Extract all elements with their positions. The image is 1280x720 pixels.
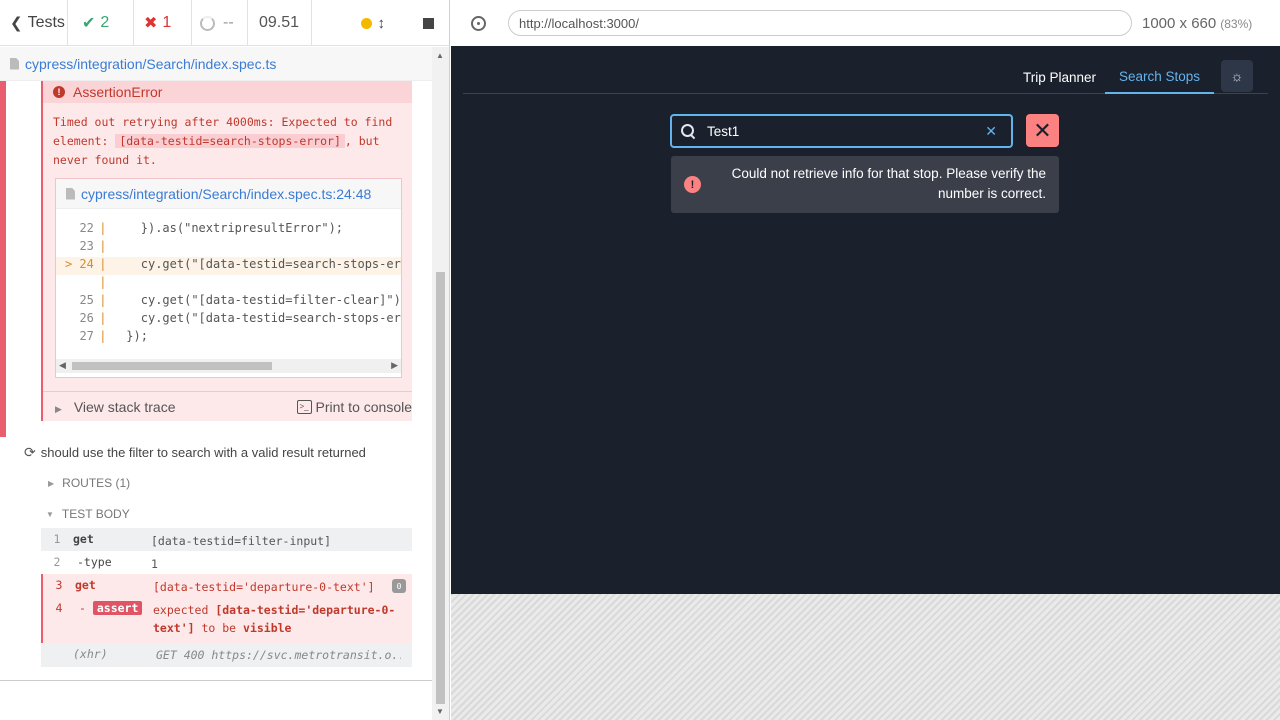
- code-frame-lines: 22 | }).as("nextripresultError"); 23 | > 24 |…: [56, 221, 401, 347]
- tab-trip-planner[interactable]: Trip Planner: [1009, 60, 1110, 94]
- status-dot-icon: [360, 17, 372, 29]
- spinner-icon: [200, 15, 215, 31]
- tab-search-stops[interactable]: Search Stops: [1105, 60, 1215, 94]
- sun-icon: ☼: [1230, 68, 1244, 84]
- x-icon: ✖: [144, 15, 158, 32]
- run-controls: ↕: [312, 0, 449, 46]
- pending-count: --: [192, 0, 248, 46]
- code-line: > 24 | cy.get("[data-testid=search-stops-…: [56, 257, 401, 275]
- close-button[interactable]: ✕: [1026, 114, 1059, 147]
- aut-header: http://localhost:3000/ 1000 x 660 (83%): [451, 0, 1280, 46]
- viewport-size: 1000 x 660 (83%): [1142, 14, 1253, 32]
- test-title-item[interactable]: ⟳ should use the filter to search with a…: [24, 444, 366, 461]
- file-icon: [10, 57, 19, 70]
- app-nav: Trip Planner Search Stops ☼: [463, 60, 1268, 94]
- caret-right-icon: ▶: [48, 478, 55, 488]
- error-selector: [data-testid=search-stops-error]: [115, 134, 345, 148]
- search-icon: [681, 124, 695, 138]
- running-icon: ⟳: [24, 444, 36, 460]
- filter-search-box: ✕: [670, 114, 1013, 148]
- chevron-left-icon: ❮: [10, 15, 23, 32]
- test-body-toggle[interactable]: ▼ TEST BODY: [46, 507, 130, 521]
- code-line: 23 |: [79, 239, 107, 253]
- error-alert: ! Could not retrieve info for that stop.…: [671, 156, 1059, 213]
- spec-path: cypress/integration/Search/index.spec.ts: [25, 55, 277, 72]
- clear-icon[interactable]: ✕: [985, 123, 997, 140]
- error-message: Timed out retrying after 4000ms: Expecte…: [53, 115, 393, 167]
- scroll-left-icon[interactable]: ◀: [59, 360, 66, 371]
- failed-count: ✖ 1: [134, 0, 192, 46]
- xhr-row[interactable]: (xhr) GET 400 https://svc.metrotransit.o…: [41, 643, 412, 667]
- code-line: 26 | cy.get("[data-testid=search-stops-er…: [79, 311, 401, 325]
- reporter-scrollbar[interactable]: ▲ ▼: [432, 47, 449, 720]
- scroll-up-icon[interactable]: ▲: [436, 51, 444, 60]
- assert-badge: assert: [92, 601, 143, 615]
- close-icon: ✕: [1033, 117, 1052, 143]
- tests-label: Tests: [27, 14, 65, 31]
- url-bar[interactable]: http://localhost:3000/: [508, 10, 1132, 36]
- error-panel: ! AssertionError Timed out retrying afte…: [41, 81, 412, 421]
- code-line: 25 | cy.get("[data-testid=filter-clear]")…: [79, 293, 401, 307]
- code-frame: cypress/integration/Search/index.spec.ts…: [55, 178, 402, 378]
- reporter-panel: ❮ Tests ✔ 2 ✖ 1 -- 09.51 ↕ cypress/integ…: [0, 0, 450, 720]
- auto-scroll-toggle[interactable]: ↕: [360, 14, 386, 32]
- code-line: |: [99, 275, 107, 289]
- view-stack-trace-button[interactable]: ▶ View stack trace: [55, 399, 175, 415]
- filter-input[interactable]: [707, 123, 967, 139]
- terminal-icon: >_: [296, 399, 312, 414]
- caret-right-icon: ▶: [55, 403, 62, 414]
- routes-toggle[interactable]: ▶ ROUTES (1): [48, 476, 130, 490]
- command-log: 1 get [data-testid=filter-input] 2 -type…: [41, 528, 412, 667]
- code-frame-path[interactable]: cypress/integration/Search/index.spec.ts…: [56, 179, 401, 209]
- duration: 09.51: [248, 0, 312, 46]
- stop-icon[interactable]: [423, 17, 434, 29]
- pin-count-badge[interactable]: 0: [392, 579, 406, 593]
- caret-down-icon: ▼: [46, 509, 54, 519]
- app-frame: Trip Planner Search Stops ☼ ✕ ✕ ! Could …: [451, 46, 1280, 594]
- error-icon: !: [53, 86, 65, 98]
- spec-path-bar[interactable]: cypress/integration/Search/index.spec.ts: [0, 47, 432, 81]
- reporter-divider: [0, 680, 432, 681]
- command-row[interactable]: 2 -type 1: [41, 551, 412, 574]
- arrow-up-down-icon: ↕: [377, 14, 386, 32]
- selector-playground-icon[interactable]: [471, 15, 486, 31]
- error-title: ! AssertionError: [43, 81, 412, 103]
- code-frame-scrollbar[interactable]: ◀ ▶: [56, 359, 401, 373]
- tests-back-button[interactable]: ❮ Tests: [0, 0, 68, 46]
- xhr-label: (xhr): [73, 647, 108, 661]
- command-row-assert[interactable]: 4 - assert expected [data-testid='depart…: [41, 597, 412, 643]
- assert-message: expected [data-testid='departure-0-text'…: [153, 603, 396, 635]
- warning-icon: !: [684, 176, 701, 193]
- file-icon: [66, 187, 75, 200]
- command-row[interactable]: 1 get [data-testid=filter-input]: [41, 528, 412, 551]
- scrollbar-thumb[interactable]: [436, 272, 445, 704]
- check-icon: ✔: [82, 15, 96, 32]
- stats-bar: ❮ Tests ✔ 2 ✖ 1 -- 09.51 ↕: [0, 0, 449, 46]
- scrollbar-thumb[interactable]: [72, 362, 272, 370]
- theme-toggle-button[interactable]: ☼: [1221, 60, 1253, 92]
- scroll-right-icon[interactable]: ▶: [391, 360, 398, 371]
- command-row-failed[interactable]: 3 get [data-testid='departure-0-text'] 0: [41, 574, 412, 597]
- code-line: 27 | });: [79, 329, 148, 343]
- print-to-console-button[interactable]: >_ Print to console: [296, 399, 412, 415]
- failed-test-indicator: [0, 81, 6, 437]
- scroll-down-icon[interactable]: ▼: [436, 707, 444, 716]
- aut-background: [451, 594, 1280, 720]
- runnables-scroll: ! AssertionError Timed out retrying afte…: [0, 81, 432, 681]
- code-line: 22 | }).as("nextripresultError");: [79, 221, 344, 235]
- passed-count: ✔ 2: [68, 0, 134, 46]
- error-actions: ▶ View stack trace >_ Print to console: [43, 391, 412, 421]
